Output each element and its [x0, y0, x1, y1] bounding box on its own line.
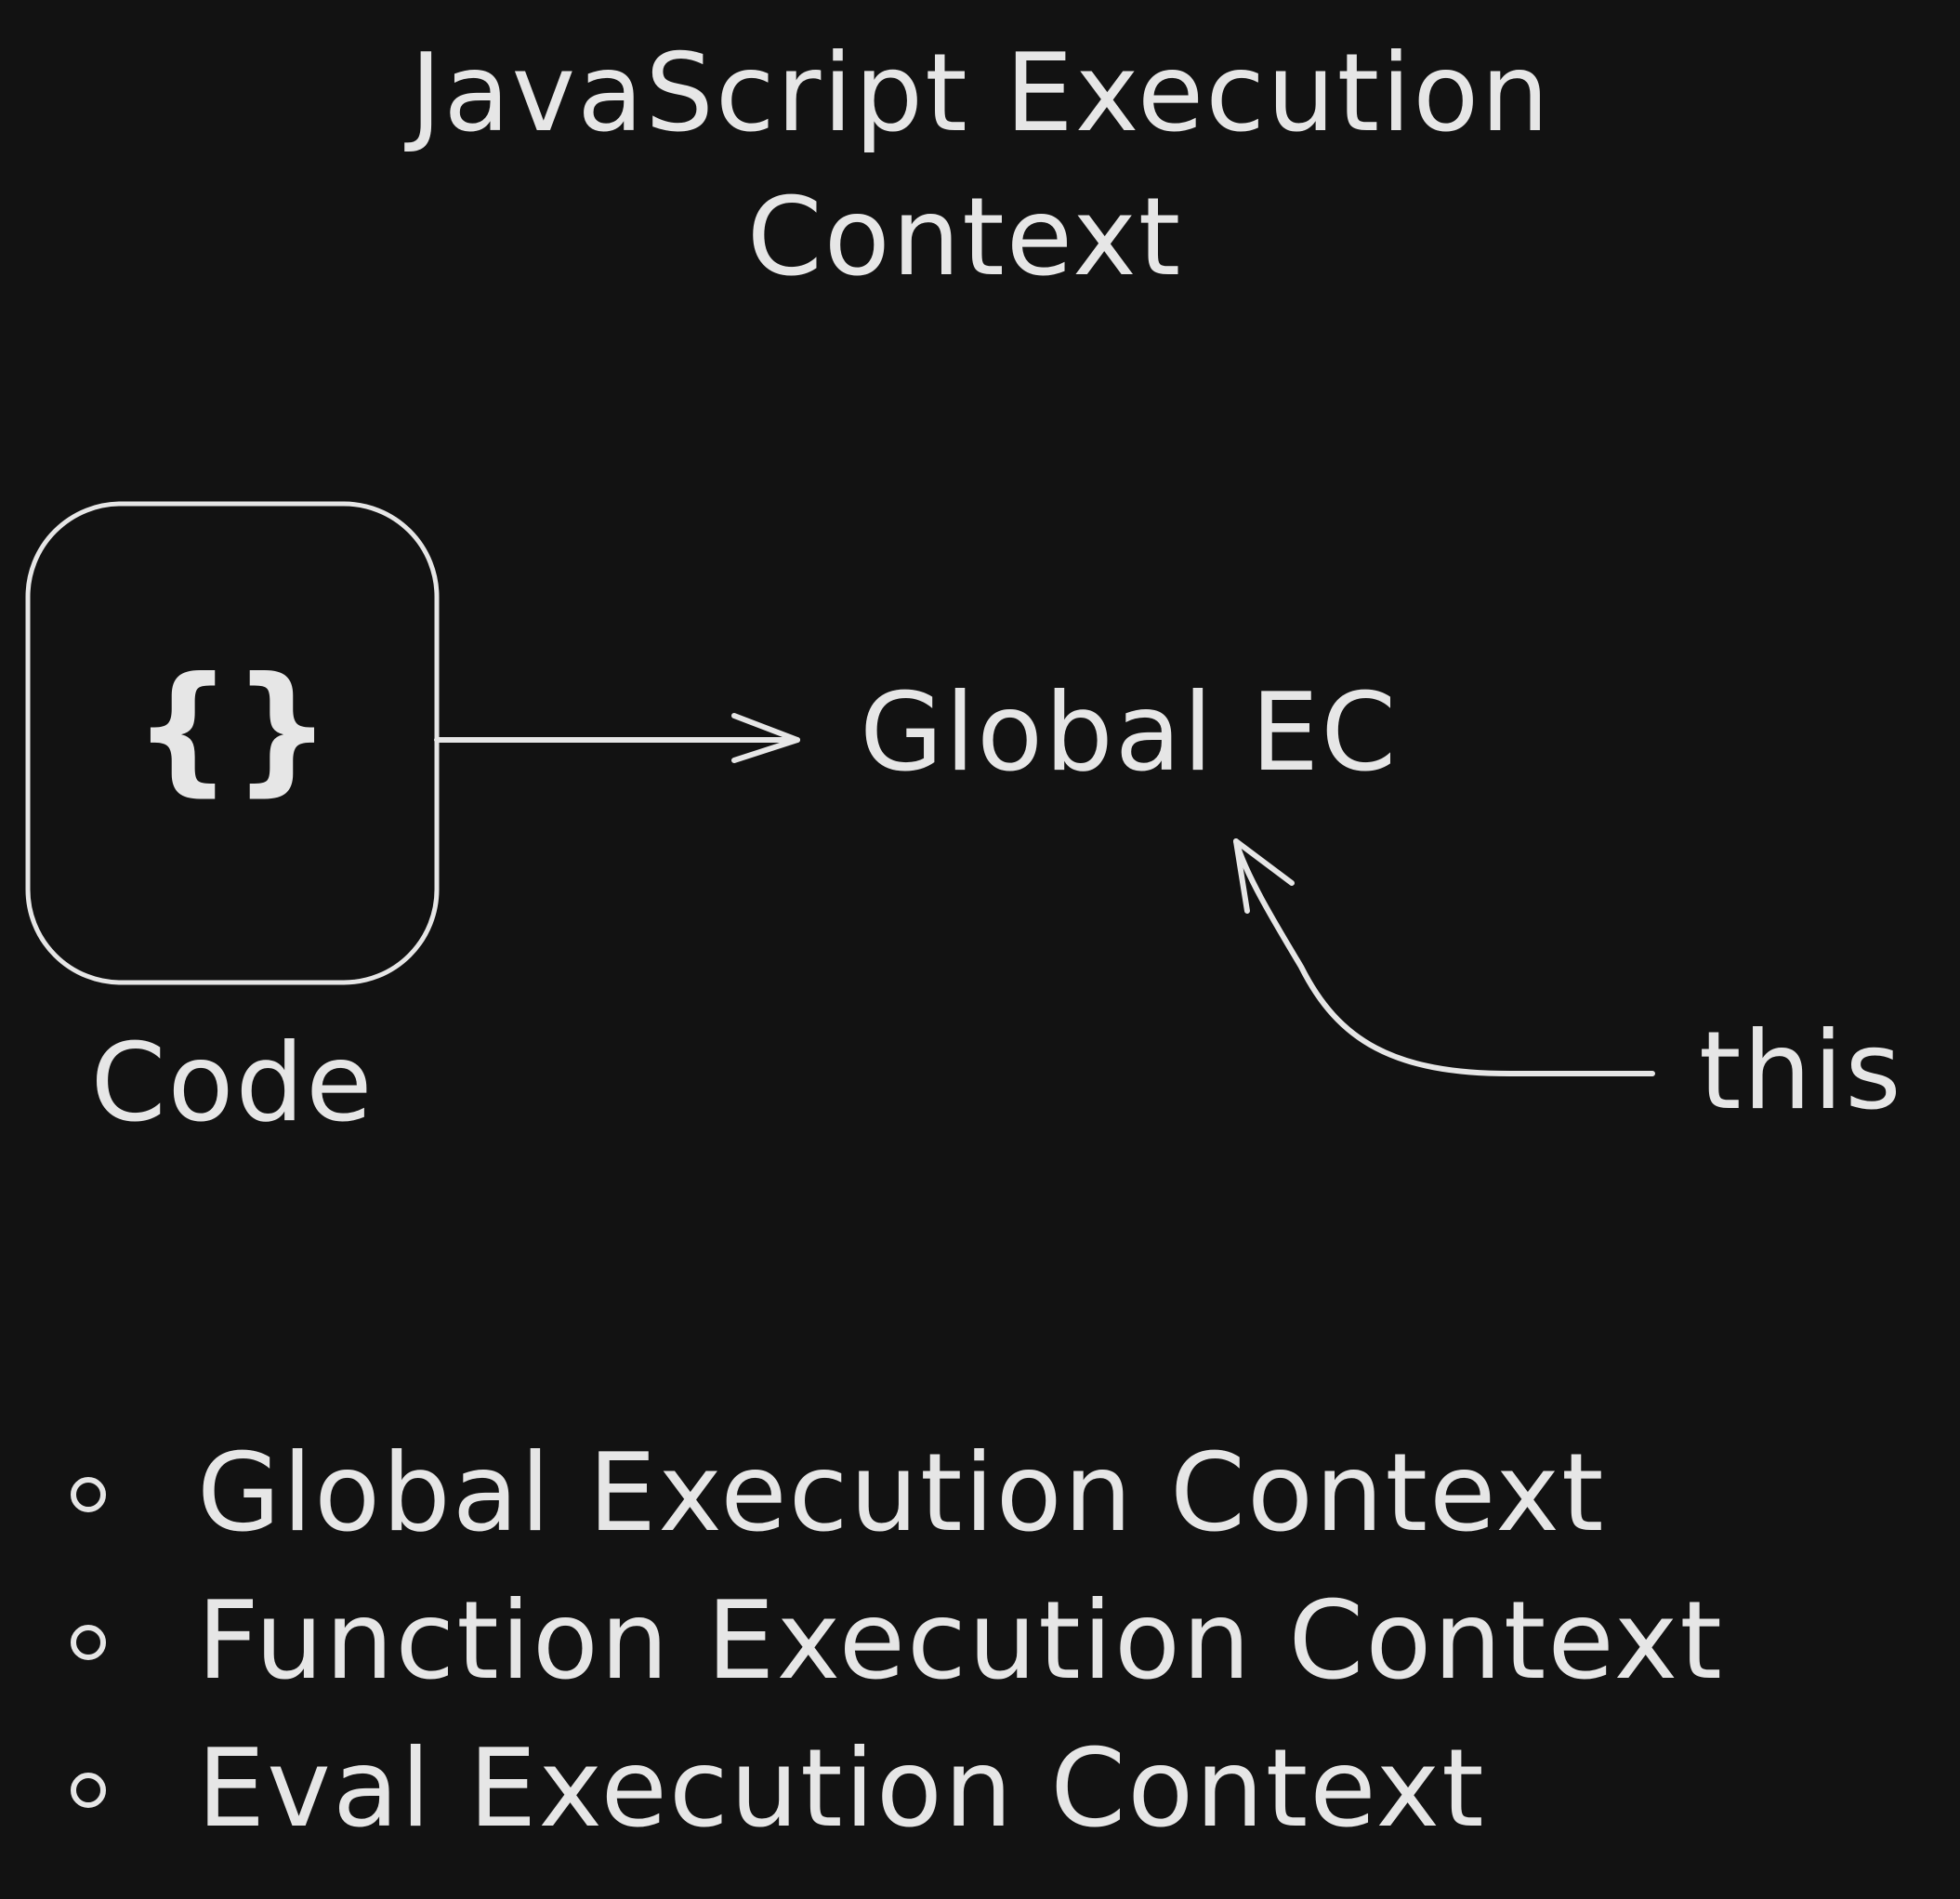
bullet-icon: [71, 1625, 106, 1660]
list-item: Eval Execution Context: [197, 1726, 1486, 1852]
title-line-2: Context: [747, 175, 1182, 300]
code-braces-icon: {}: [133, 648, 332, 810]
list-item: Global Execution Context: [197, 1431, 1605, 1556]
code-label: Code: [91, 1021, 375, 1146]
this-to-global-arrow: [1233, 838, 1655, 1076]
title-line-1: JavaScript Execution: [404, 31, 1551, 156]
context-list: Global Execution Context Function Execut…: [71, 1431, 1724, 1852]
this-label: this: [1699, 1009, 1903, 1134]
diagram-canvas: JavaScript Execution Context {} Code Glo…: [25, 31, 1903, 1852]
bullet-icon: [71, 1773, 106, 1808]
bullet-icon: [71, 1477, 106, 1512]
global-ec-label: Global EC: [860, 670, 1398, 796]
list-item: Function Execution Context: [197, 1578, 1724, 1704]
code-to-global-arrow: [434, 713, 800, 763]
